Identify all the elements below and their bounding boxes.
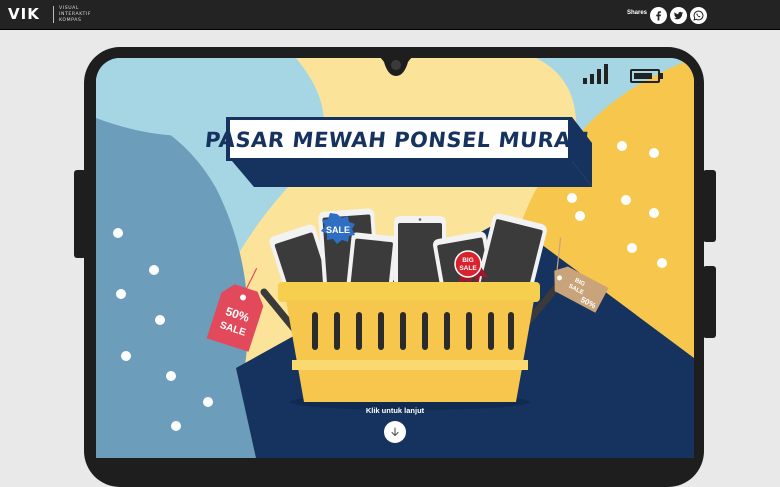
camera-icon [391, 60, 401, 70]
phone-side-button [74, 170, 86, 258]
arrow-down-icon [391, 427, 399, 437]
twitter-share-button[interactable] [670, 7, 687, 24]
phone-side-button [703, 266, 716, 338]
twitter-icon [673, 11, 684, 20]
logo-sub-line: KOMPAS [59, 17, 82, 23]
sale-tag-left: 50% SALE [206, 267, 264, 352]
continue-label: Klik untuk lanjut [365, 406, 425, 415]
signal-icon [583, 64, 608, 84]
sale-sticker-label: SALE [326, 225, 350, 235]
continue-button[interactable] [384, 421, 406, 443]
top-bar: VIK VISUAL INTERAKTIF KOMPAS Shares [0, 0, 780, 30]
page-title: PASAR MEWAH PONSEL MURAH [203, 128, 591, 152]
shares-label: Shares [627, 10, 648, 16]
badge-line-1: BIG [462, 257, 474, 264]
badge-line-2: SALE [459, 265, 477, 272]
sale-tag-right: BIG SALE 50% [554, 237, 609, 313]
phone-side-button [703, 170, 716, 242]
logo-sub-line: INTERAKTIF [59, 11, 92, 17]
logo-subtitle: VISUAL INTERAKTIF KOMPAS [59, 6, 91, 23]
basket-illustration: SALE BIG SALE 50% SALE BIG SALE 50% [206, 208, 609, 410]
logo-divider [53, 6, 54, 23]
facebook-icon [656, 11, 662, 21]
facebook-share-button[interactable] [650, 7, 667, 24]
vik-logo[interactable]: VIK [8, 5, 40, 23]
phone-notch [376, 56, 416, 76]
whatsapp-share-button[interactable] [690, 7, 707, 24]
battery-icon [630, 69, 663, 83]
whatsapp-icon [693, 10, 704, 21]
